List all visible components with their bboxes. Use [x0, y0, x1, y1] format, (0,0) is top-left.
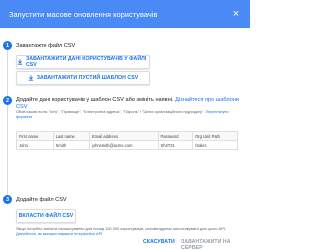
- download-empty-template-button[interactable]: ЗАВАНТАЖИТИ ПУСТИЙ ШАБЛОН CSV: [16, 71, 150, 85]
- table-header-cell: First name: [16, 131, 54, 141]
- table-header-row: First name Last name Email address Passw…: [16, 131, 238, 141]
- dialog-footer: СКАСУВАТИ ЗАВАНТАЖИТИ НА СЕРВЕР: [0, 237, 250, 250]
- table-row: John Smith johnsmith@acme.com Sh4T31 /Sa…: [16, 140, 238, 150]
- api-learn-link[interactable]: Дізнайтеся, як використовувати інтерфейс…: [16, 231, 102, 236]
- step-2-title-text: Додайте дані користувачів у шаблон CSV а…: [16, 97, 174, 103]
- api-note: Якщо потрібно змінити налаштування для п…: [16, 226, 246, 236]
- csv-example-table: First name Last name Email address Passw…: [16, 131, 238, 150]
- download-users-csv-button[interactable]: ЗАВАНТАЖИТИ ДАНІ КОРИСТУВАЧІВ У ФАЙЛІ CS…: [16, 55, 150, 69]
- download-users-csv-label: ЗАВАНТАЖИТИ ДАНІ КОРИСТУВАЧІВ У ФАЙЛІ CS…: [26, 56, 147, 68]
- required-fields-text: Обов’язкові поля: "Ім’я", "Прізвище", "Е…: [16, 109, 206, 114]
- upload-button[interactable]: ЗАВАНТАЖИТИ НА СЕРВЕР: [181, 239, 250, 250]
- download-icon: [28, 75, 34, 81]
- step-rail: [7, 50, 8, 200]
- table-header-cell: Password: [157, 131, 194, 141]
- close-icon[interactable]: ×: [230, 8, 242, 20]
- step-2-number: 2: [3, 96, 12, 105]
- step-1-number: 1: [3, 41, 12, 50]
- attach-csv-button[interactable]: ВКЛАСТИ ФАЙЛ CSV: [16, 209, 76, 223]
- cancel-button[interactable]: СКАСУВАТИ: [143, 239, 175, 245]
- table-cell: Sh4T31: [157, 140, 194, 150]
- table-header-cell: Last name: [52, 131, 90, 141]
- required-fields-hint: Обов’язкові поля: "Ім’я", "Прізвище", "Е…: [16, 109, 244, 119]
- dialog-header: Запустити масове оновлення користувачів …: [0, 0, 250, 28]
- step-1-title: Завантажте файл CSV: [16, 43, 76, 49]
- table-cell: johnsmith@acme.com: [88, 140, 159, 150]
- attach-csv-label: ВКЛАСТИ ФАЙЛ CSV: [18, 213, 74, 219]
- dialog-title: Запустити масове оновлення користувачів: [9, 9, 158, 19]
- table-cell: John: [16, 140, 54, 150]
- step-3-title: Додайте файл CSV: [16, 197, 67, 203]
- dialog-body: 1 Завантажте файл CSV ЗАВАНТАЖИТИ ДАНІ К…: [0, 28, 250, 250]
- step-3-number: 3: [3, 195, 12, 204]
- download-empty-template-label: ЗАВАНТАЖИТИ ПУСТИЙ ШАБЛОН CSV: [36, 75, 139, 81]
- table-cell: Smith: [52, 140, 90, 150]
- table-cell: /Sales: [192, 140, 238, 150]
- table-header-cell: Email address: [88, 131, 159, 141]
- table-header-cell: Org Unit Path: [192, 131, 238, 141]
- download-icon: [17, 59, 23, 65]
